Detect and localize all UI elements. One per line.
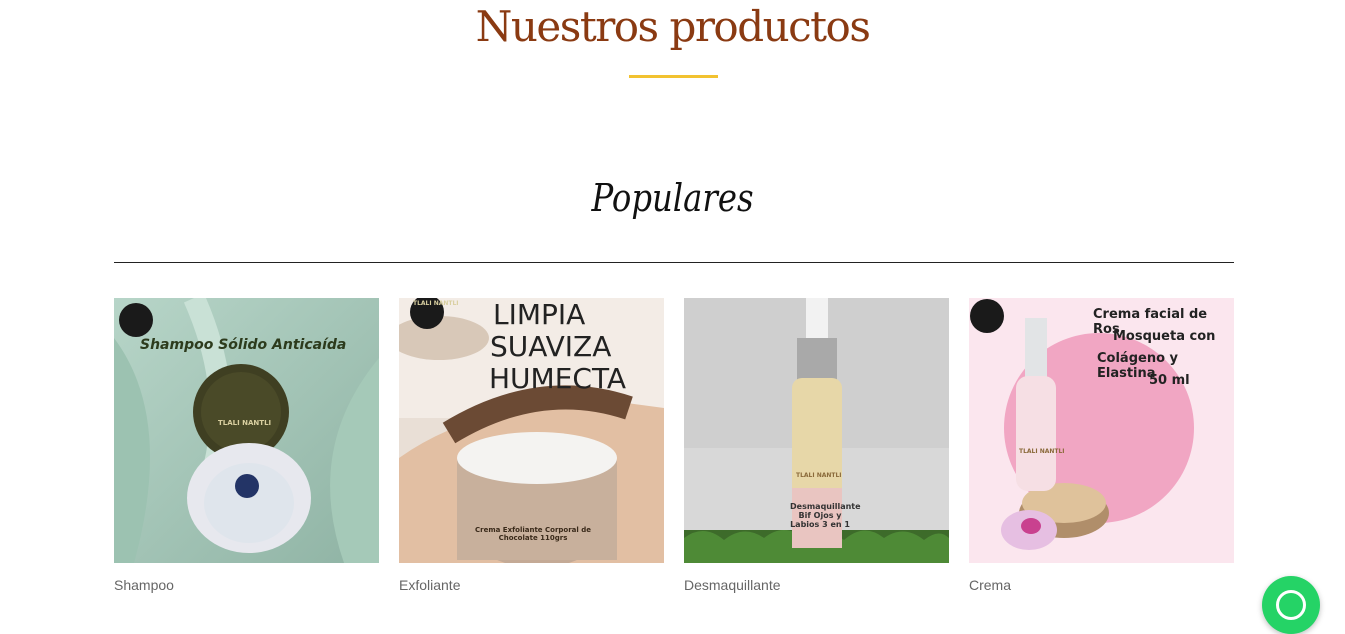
whatsapp-icon[interactable] [1262, 576, 1320, 634]
product-card-shampoo[interactable]: Shampoo Sólido Anticaída TLALI NANTLI Sh… [114, 298, 379, 594]
section-title: Nuestros productos [475, 2, 871, 51]
product-category[interactable]: Exfoliante [399, 576, 664, 594]
product-label-text: TLALI NANTLI [413, 300, 459, 307]
product-image-crema[interactable]: Crema facial de Ros Mosqueta con Colágen… [969, 298, 1234, 563]
section-subtitle: Populares [591, 176, 754, 220]
title-underline [629, 75, 718, 78]
product-image-line-1: LIMPIA [493, 298, 586, 331]
product-card-exfoliante[interactable]: LIMPIA SUAVIZA HUMECTA Crema Exfoliante … [399, 298, 664, 594]
product-image-line-3: HUMECTA [489, 362, 627, 395]
product-label-text: TLALI NANTLI [796, 472, 842, 479]
product-card-crema[interactable]: Crema facial de Ros Mosqueta con Colágen… [969, 298, 1234, 594]
section-divider [114, 262, 1234, 263]
product-image-exfoliante[interactable]: LIMPIA SUAVIZA HUMECTA Crema Exfoliante … [399, 298, 664, 563]
product-image-line-4: 50 ml [1149, 373, 1190, 388]
product-image-shampoo[interactable]: Shampoo Sólido Anticaída TLALI NANTLI [114, 298, 379, 563]
product-category[interactable]: Shampoo [114, 576, 379, 594]
product-category[interactable]: Crema [969, 576, 1234, 594]
product-image-desmaquillante[interactable]: Desmaquillante Bif Ojos y Labios 3 en 1 … [684, 298, 949, 563]
product-label-text: TLALI NANTLI [1019, 448, 1065, 455]
product-bottle-text: Desmaquillante Bif Ojos y Labios 3 en 1 [790, 502, 861, 529]
product-jar-text: Crema Exfoliante Corporal de Chocolate 1… [475, 526, 591, 542]
product-image-line-2: SUAVIZA [490, 330, 612, 363]
product-image-text: Shampoo Sólido Anticaída [140, 337, 347, 353]
product-image-line-2: Mosqueta con [1113, 329, 1216, 344]
product-card-desmaquillante[interactable]: Desmaquillante Bif Ojos y Labios 3 en 1 … [684, 298, 949, 594]
product-label-text: TLALI NANTLI [218, 419, 272, 427]
product-category[interactable]: Desmaquillante [684, 576, 949, 594]
